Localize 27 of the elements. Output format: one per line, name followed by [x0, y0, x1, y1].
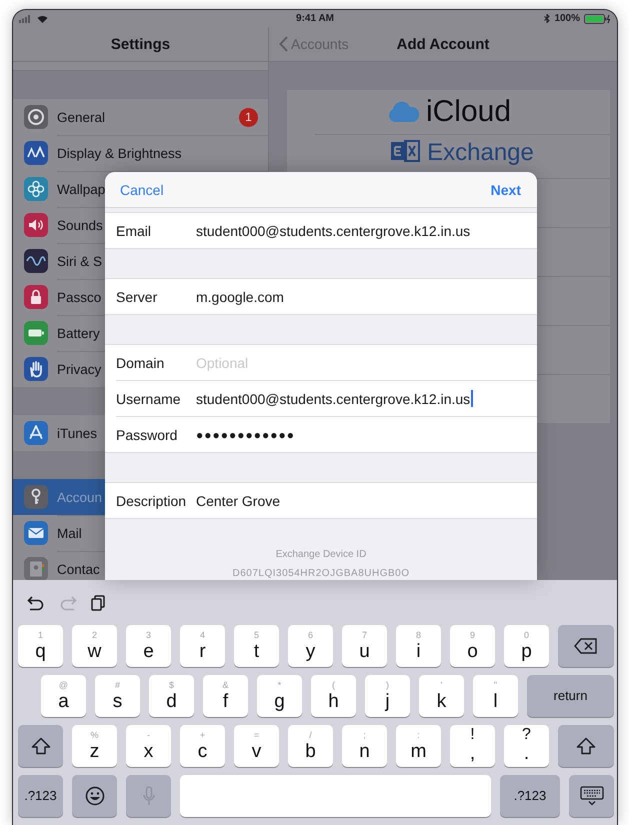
settings-label: Display & Brightness [57, 146, 182, 161]
device-id-caption: Exchange Device ID [276, 549, 366, 560]
settings-label: iTunes [57, 426, 98, 440]
settings-label: General [57, 110, 106, 124]
settings-label: Battery [57, 326, 100, 341]
settings-label: Wallpap [57, 182, 106, 197]
settings-label: Passco [57, 290, 102, 305]
notification-badge: 1 [239, 108, 258, 126]
settings-label: Mail [57, 526, 82, 541]
field-label: Username [116, 390, 182, 406]
settings-label: Contac [57, 562, 100, 577]
field-label: Domain [116, 354, 166, 370]
provider-name: Exchange [427, 139, 534, 167]
field-label: Password [116, 426, 178, 442]
settings-label: Sounds [57, 218, 103, 233]
provider-name: iCloud [426, 95, 512, 129]
device-id: D607LQI3054HR2OJGBA8UHGB0O [232, 568, 410, 579]
page-title: Add Account [396, 36, 490, 52]
settings-title: Settings [110, 36, 170, 52]
battery-percent: 100% [554, 13, 580, 24]
status-time: 9:41 AM [296, 13, 334, 24]
settings-label: Accoun [57, 490, 102, 504]
settings-label: Siri & S [57, 254, 102, 269]
field-label: Server [116, 288, 158, 304]
settings-label: Privacy [57, 362, 102, 377]
field-label: Email [116, 222, 152, 238]
field-label: Description [116, 492, 188, 508]
